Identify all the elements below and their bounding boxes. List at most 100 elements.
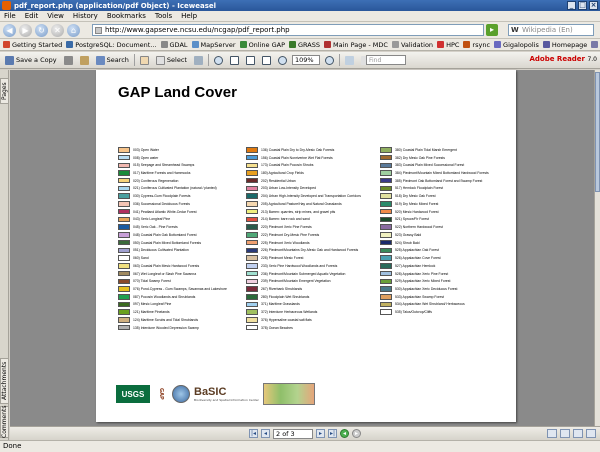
forward-button[interactable]: ▶ (19, 23, 32, 37)
bookmark-item[interactable]: Online GAP (239, 40, 285, 49)
fit-width-button[interactable] (260, 55, 273, 66)
zoom-select[interactable]: 109% (291, 55, 320, 65)
legend-label: 521) Spruce/Fir Forest (395, 217, 429, 222)
attachments-tab[interactable]: Attachments (0, 358, 9, 404)
bookmark-item[interactable]: Getting Started (3, 41, 62, 49)
legend-item: 533) Appalachian Swamp Forest (380, 293, 489, 301)
document-viewport[interactable]: GAP Land Cover 003) Open Water 008) Open … (10, 70, 594, 426)
next-view-button[interactable]: ▸ (352, 429, 361, 438)
bookmark-item[interactable]: rsync (463, 41, 490, 49)
page-navigation-bar: |◂ ◂ 2 of 3 ▸ ▸| ◂ ▸ (10, 426, 600, 440)
print-icon (63, 55, 73, 65)
legend-item: 222) Piedmont Dry-Mesic Pine Forests (246, 231, 361, 239)
home-button[interactable]: ⌂ (67, 23, 80, 37)
zoom-tool-button[interactable] (212, 55, 225, 66)
legend-item: 045) Xeric Oak - Pine Forests (118, 223, 227, 231)
legend-label: 530) Appalachian Xeric Deciduous Forest (395, 287, 458, 292)
close-icon[interactable]: × (589, 1, 598, 10)
browser-logo-icon (2, 1, 11, 10)
bookmark-item[interactable]: Main Page - MDC (324, 41, 388, 49)
zoom-out-button[interactable] (276, 55, 289, 66)
bookmark-item[interactable]: PHP (591, 41, 600, 49)
bookmark-icon (191, 41, 199, 48)
back-button[interactable]: ◀ (3, 23, 16, 37)
bookmark-item[interactable]: Gigalopolis (494, 41, 539, 49)
legend-label: 236) Piedmont/Mountain Submerged Aquatic… (261, 271, 346, 276)
continuous-facing-icon[interactable] (586, 429, 596, 438)
email-button[interactable] (78, 55, 91, 66)
menu-edit[interactable]: Edit (25, 12, 39, 20)
bookmark-item[interactable]: Validation (391, 41, 433, 49)
legend-swatch (118, 147, 130, 153)
menu-bookmarks[interactable]: Bookmarks (107, 12, 146, 20)
legend-label: 519) Dry Mesic Mixed Forest (395, 201, 439, 206)
legend-swatch (380, 224, 392, 230)
menu-tools[interactable]: Tools (155, 12, 172, 20)
legend-swatch (380, 185, 392, 192)
legend-label: 036) Successional Deciduous Forests (133, 201, 190, 206)
single-page-icon[interactable] (547, 429, 557, 438)
bookmark-item[interactable]: GDAL (160, 41, 188, 49)
menu-history[interactable]: History (73, 12, 98, 20)
page-number-field[interactable]: 2 of 3 (273, 428, 313, 439)
legend-item: 048) Coastal Plain Oak Bottomland Forest (118, 231, 227, 239)
legend-item: 051) Deciduous Cultivated Plantation (118, 247, 227, 255)
continuous-icon[interactable] (560, 429, 570, 438)
vertical-scrollbar[interactable] (594, 70, 600, 426)
comments-tab[interactable]: Comments (0, 406, 9, 438)
rotate-button[interactable] (343, 55, 356, 66)
last-page-button[interactable]: ▸| (328, 429, 337, 438)
snapshot-button[interactable] (192, 55, 205, 66)
legend-label: 380) Coastal Plain Tidal Marsh Emergent (395, 147, 457, 152)
legend-item: 135) Interdune Wooded Depression Swamp (118, 324, 227, 332)
bookmark-label: Online GAP (248, 40, 285, 49)
bookmark-item[interactable]: PostgreSQL: Document... (66, 41, 157, 49)
legend-item: 041) Peatland Atlantic White-Cedar Fores… (118, 208, 227, 216)
actual-size-button[interactable] (228, 55, 241, 66)
search-bar[interactable]: W Wikipedia (En) (508, 24, 594, 36)
bookmark-item[interactable]: MapServer (191, 41, 236, 49)
print-button[interactable] (62, 55, 75, 66)
minimize-icon[interactable]: _ (567, 1, 576, 10)
next-page-button[interactable]: ▸ (316, 429, 325, 438)
wikipedia-icon: W (511, 26, 519, 34)
legend-item: 087) Pocosin Woodlands and Shrublands (118, 293, 227, 301)
legend-swatch (380, 147, 392, 153)
stop-button[interactable]: ✕ (51, 23, 64, 37)
legend-label: 205) Agricultural Pasture/Hay and Natura… (261, 201, 342, 206)
url-bar[interactable]: http://www.gapserve.ncsu.edu/ncgap/pdf_r… (92, 24, 484, 36)
previous-view-button[interactable]: ◂ (340, 429, 349, 438)
find-input[interactable]: Find (366, 55, 406, 65)
fit-page-button[interactable] (244, 55, 257, 66)
menu-help[interactable]: Help (181, 12, 197, 20)
pdf-toolbar: Save a Copy Search Select 109% Find Adob… (0, 52, 600, 69)
bookmark-item[interactable]: GRASS (289, 41, 320, 49)
go-button[interactable]: ▸ (486, 24, 498, 36)
bookmark-item[interactable]: Homepage (542, 41, 587, 49)
first-page-button[interactable]: |◂ (249, 429, 258, 438)
save-copy-button[interactable]: Save a Copy (3, 55, 59, 66)
legend-item: 173) Coastal Plain Pocosin Shrubs (246, 161, 361, 169)
legend-swatch (118, 193, 130, 199)
bookmark-label: GRASS (298, 40, 320, 49)
search-label: Search (106, 56, 129, 64)
adobe-brand: Adobe Reader (529, 55, 586, 63)
zoom-in-button[interactable] (323, 55, 336, 66)
pages-tab[interactable]: Pages (0, 78, 9, 104)
scrollbar-thumb[interactable] (595, 72, 600, 192)
reload-button[interactable]: ↻ (35, 23, 48, 37)
select-tool-button[interactable]: Select (154, 55, 189, 66)
legend-swatch (118, 201, 130, 207)
bookmark-item[interactable]: HPC (437, 41, 459, 49)
maximize-icon[interactable]: □ (578, 1, 587, 10)
menu-view[interactable]: View (47, 12, 64, 20)
legend-item: 522) Northern Hardwood Forest (380, 223, 489, 231)
hand-tool-button[interactable] (138, 55, 151, 66)
search-button[interactable]: Search (94, 55, 131, 66)
legend-item: 063) Coastal Plain Mesic Hardwood Forest… (118, 262, 227, 270)
legend-item: 383) Coastal Plain Mixed Successional Fo… (380, 161, 489, 169)
facing-icon[interactable] (573, 429, 583, 438)
previous-page-button[interactable]: ◂ (261, 429, 270, 438)
menu-file[interactable]: File (4, 12, 16, 20)
legend-label: 280) Floodplain Wet Shrublands (261, 294, 310, 299)
